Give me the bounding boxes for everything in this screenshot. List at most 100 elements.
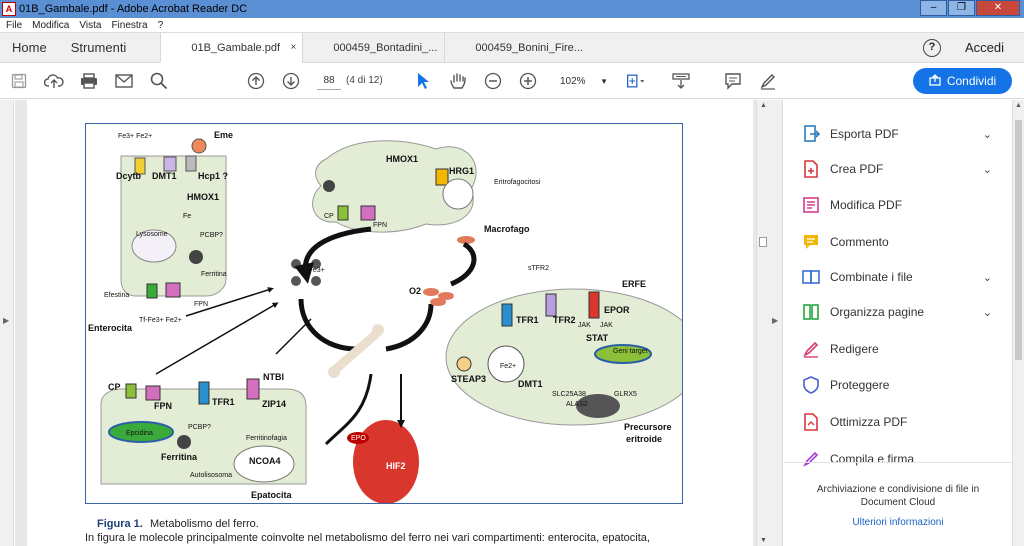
label-eme: Eme (214, 130, 233, 140)
chevron-down-icon[interactable]: ⌄ (983, 271, 992, 284)
tool-organize-pages[interactable]: Organizza pagine ⌄ (802, 300, 1002, 324)
label-cp-mac: CP (324, 213, 334, 220)
efestina-protein (146, 283, 158, 299)
tools-panel-scrollbar[interactable]: ▲ (1012, 100, 1024, 546)
scroll-mode-icon[interactable] (671, 71, 691, 91)
label-ncoa4: NCOA4 (249, 456, 281, 466)
more-info-link[interactable]: Ulteriori informazioni (784, 517, 1012, 528)
label-slc25a38: SLC25A38 (552, 391, 586, 398)
label-erfe: ERFE (622, 279, 646, 289)
combine-files-icon (802, 268, 820, 286)
fpn-ent (165, 282, 181, 298)
label-pcbp-hep: PCBP? (188, 424, 211, 431)
tool-comment[interactable]: Commento (802, 230, 1002, 254)
upload-cloud-icon[interactable] (44, 71, 64, 91)
zoom-out-icon[interactable] (483, 71, 503, 91)
scrollbar-thumb[interactable] (1015, 120, 1022, 360)
highlight-pen-icon[interactable] (758, 71, 778, 91)
tool-label: Modifica PDF (830, 198, 903, 212)
close-tab-icon[interactable]: × (290, 42, 296, 53)
restore-icon[interactable]: ❐ (948, 0, 975, 16)
document-viewport[interactable]: Fe3+ Fe2+ Eme Dcytb DMT1 Hcp1 ? HMOX1 Fe… (15, 100, 756, 546)
tab-document[interactable]: 000459_Bonini_Fire... (444, 33, 586, 62)
figure-caption-title: Metabolismo del ferro. (150, 518, 259, 530)
right-panel-toggle[interactable]: ▶ (769, 100, 783, 546)
pdf-icon: A (2, 2, 16, 16)
tool-optimize-pdf[interactable]: Ottimizza PDF (802, 410, 1002, 434)
label-epo: EPO (351, 435, 366, 442)
menu-modifica[interactable]: Modifica (32, 20, 69, 31)
tool-label: Combinate i file (830, 270, 913, 284)
print-icon[interactable] (79, 71, 99, 91)
label-eritrofagocitosi: Eritrofagocitosi (494, 179, 541, 186)
menu-finestra[interactable]: Finestra (111, 20, 147, 31)
label-tfr1-hep: TFR1 (212, 397, 235, 407)
menu-file[interactable]: File (6, 20, 22, 31)
tool-label: Crea PDF (830, 162, 884, 176)
signin-link[interactable]: Accedi (965, 40, 1004, 55)
minimize-icon[interactable]: – (920, 0, 947, 16)
chevron-down-icon[interactable]: ⌄ (983, 128, 992, 141)
scroll-up-icon[interactable]: ▲ (760, 102, 767, 109)
tab-tools[interactable]: Strumenti (59, 33, 139, 62)
left-panel-toggle[interactable]: ▶ (0, 100, 14, 546)
heme-molecule (191, 138, 207, 154)
scrollbar-thumb[interactable] (759, 237, 767, 247)
share-button[interactable]: Condividi (913, 68, 1012, 94)
cp-mac (337, 205, 349, 221)
pdf-page: Fe3+ Fe2+ Eme Dcytb DMT1 Hcp1 ? HMOX1 Fe… (27, 100, 753, 546)
tool-label: Commento (830, 235, 889, 249)
hand-tool-icon[interactable] (448, 71, 468, 91)
hcp1-channel (185, 155, 197, 172)
tool-label: Redigere (830, 342, 879, 356)
tool-redact[interactable]: Redigere (802, 337, 1002, 361)
tab-document-active[interactable]: 01B_Gambale.pdf × (160, 33, 303, 63)
comment-icon[interactable] (723, 71, 743, 91)
share-label: Condividi (946, 74, 997, 88)
label-hmox1-ent: HMOX1 (187, 192, 219, 202)
page-number-input[interactable] (317, 72, 341, 90)
previous-page-icon[interactable] (246, 71, 266, 91)
label-tfr2: TFR2 (553, 315, 576, 325)
tool-edit-pdf[interactable]: Modifica PDF (802, 193, 1002, 217)
close-icon[interactable]: ✕ (976, 0, 1020, 16)
tool-create-pdf[interactable]: Crea PDF ⌄ (802, 157, 1002, 181)
select-cursor-icon[interactable] (413, 71, 433, 91)
document-scrollbar[interactable]: ▲ ▼ (756, 100, 769, 546)
window-title: 01B_Gambale.pdf - Adobe Acrobat Reader D… (19, 3, 248, 15)
next-page-icon[interactable] (281, 71, 301, 91)
chevron-down-icon[interactable]: ⌄ (983, 163, 992, 176)
scroll-up-icon[interactable]: ▲ (1015, 102, 1022, 109)
promo-text: Archiviazione e condivisione di file in … (816, 484, 980, 508)
tool-combine-files[interactable]: Combinate i file ⌄ (802, 265, 1002, 289)
tool-label: Proteggere (830, 378, 890, 392)
chevron-down-icon[interactable]: ⌄ (983, 306, 992, 319)
scroll-down-icon[interactable]: ▼ (760, 537, 767, 544)
label-jak2: JAK (600, 322, 613, 329)
menu-help[interactable]: ? (158, 20, 164, 31)
menu-bar: File Modifica Vista Finestra ? (0, 18, 1024, 33)
tool-export-pdf[interactable]: Esporta PDF ⌄ (802, 122, 1002, 146)
label-ferritinofagia: Ferritinofagia (246, 435, 287, 442)
search-icon[interactable] (149, 71, 169, 91)
share-icon (929, 73, 941, 89)
organize-pages-icon (802, 303, 820, 321)
menu-vista[interactable]: Vista (79, 20, 101, 31)
edit-pdf-icon (802, 196, 820, 214)
tab-document[interactable]: 000459_Bontadini_... (302, 33, 444, 62)
help-icon[interactable]: ? (922, 38, 941, 57)
save-icon[interactable] (9, 71, 29, 91)
epor-receptor (588, 291, 600, 319)
label-fpn-mac: FPN (373, 222, 387, 229)
fpn-hep (145, 385, 161, 401)
tool-protect[interactable]: Proteggere (802, 373, 1002, 397)
tab-home[interactable]: Home (0, 33, 59, 62)
label-epatocita: Epatocita (251, 490, 293, 500)
zoom-select[interactable]: 102% ▼ (556, 71, 608, 91)
phagosome (442, 178, 474, 210)
fit-page-icon[interactable] (626, 71, 646, 91)
toolbar: (4 di 12) 102% ▼ Condividi (0, 63, 1024, 99)
ferritin-hep (177, 435, 191, 449)
email-icon[interactable] (114, 71, 134, 91)
zoom-in-icon[interactable] (518, 71, 538, 91)
